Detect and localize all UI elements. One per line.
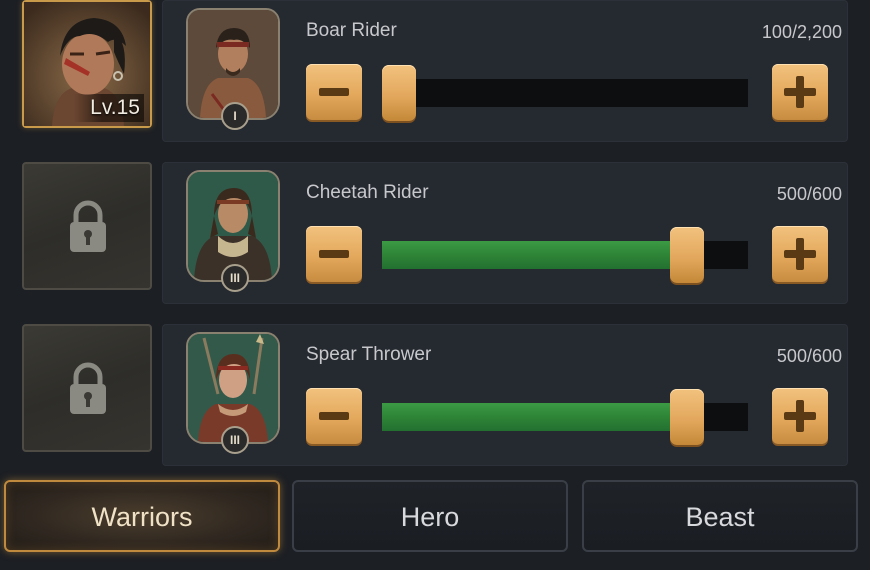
slider-handle[interactable]	[670, 389, 704, 445]
troop-name: Spear Thrower	[306, 344, 432, 365]
decrease-button[interactable]	[306, 388, 362, 444]
tier-label: I	[233, 109, 237, 123]
slider-fill	[382, 403, 687, 431]
minus-icon	[319, 412, 349, 420]
tab-label: Hero	[400, 502, 460, 532]
plus-icon-vertical	[796, 400, 804, 432]
tier-badge: III	[221, 426, 249, 454]
decrease-button[interactable]	[306, 64, 362, 120]
troop-panel: I Boar Rider 100/2,200	[162, 0, 848, 142]
troop-row: III Cheetah Rider 500/600	[0, 162, 870, 312]
troop-count: 100/2,200	[761, 22, 842, 42]
locked-hero-slot[interactable]	[22, 162, 152, 290]
tab-label: Beast	[685, 502, 755, 532]
troop-name: Boar Rider	[306, 20, 397, 41]
lock-icon	[70, 362, 106, 414]
lock-icon	[70, 200, 106, 252]
troop-slider[interactable]	[382, 227, 748, 283]
troop-name: Cheetah Rider	[306, 182, 429, 203]
increase-button[interactable]	[772, 226, 828, 282]
troop-row: III Spear Thrower 500/600	[0, 324, 870, 474]
troop-panel: III Cheetah Rider 500/600	[162, 162, 848, 304]
troop-portrait-card[interactable]: I	[186, 8, 280, 130]
tab-warriors[interactable]: Warriors	[4, 480, 280, 552]
tier-badge: III	[221, 264, 249, 292]
slider-handle[interactable]	[382, 65, 416, 121]
increase-button[interactable]	[772, 388, 828, 444]
locked-hero-slot[interactable]	[22, 324, 152, 452]
troop-slider[interactable]	[382, 389, 748, 445]
tier-label: III	[229, 433, 240, 447]
troop-portrait-card[interactable]: III	[186, 170, 280, 292]
slider-handle[interactable]	[670, 227, 704, 283]
tier-label: III	[229, 271, 240, 285]
tab-beast[interactable]: Beast	[582, 480, 858, 552]
troop-count: 500/600	[776, 346, 842, 366]
tier-badge: I	[221, 102, 249, 130]
increase-button[interactable]	[772, 64, 828, 120]
slider-fill	[382, 241, 687, 269]
plus-icon-vertical	[796, 238, 804, 270]
minus-icon	[319, 88, 349, 96]
minus-icon	[319, 250, 349, 258]
decrease-button[interactable]	[306, 226, 362, 282]
tab-label: Warriors	[91, 502, 193, 532]
troop-slider[interactable]	[382, 65, 748, 121]
troop-panel: III Spear Thrower 500/600	[162, 324, 848, 466]
leader-level-badge: Lv.15	[74, 94, 144, 122]
tab-hero[interactable]: Hero	[292, 480, 568, 552]
troop-count: 500/600	[776, 184, 842, 204]
troop-row: Lv.15 I Boar Rider 100/2,200	[0, 0, 870, 150]
leader-hero-slot[interactable]: Lv.15	[22, 0, 152, 128]
troop-portrait-card[interactable]: III	[186, 332, 280, 454]
plus-icon-vertical	[796, 76, 804, 108]
